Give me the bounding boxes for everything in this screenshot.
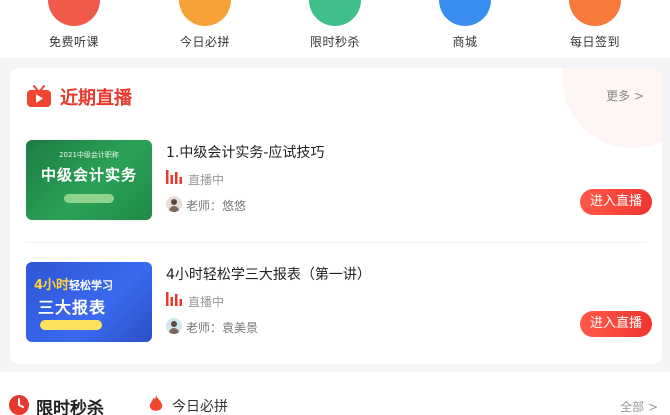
course-thumbnail[interactable]: 2021中级会计职称 中级会计实务 (26, 140, 152, 220)
shop-icon (439, 0, 491, 26)
flash-sale-section: 限时秒杀 今日必拼 全部 > (0, 372, 670, 415)
calendar-icon (569, 0, 621, 26)
thumb-caption-rest: 轻松学习 (69, 279, 114, 292)
avatar-body (169, 206, 179, 212)
course-thumbnail[interactable]: 4小时轻松学习 三大报表 (26, 262, 152, 342)
live-status-text: 直播中 (188, 173, 225, 187)
thumb-pill (40, 320, 102, 330)
thumb-title: 中级会计实务 (40, 166, 137, 184)
enter-live-button[interactable]: 进入直播 (580, 311, 652, 337)
hot-flame-icon (149, 395, 163, 411)
decor-circle (562, 68, 662, 148)
nav-label: 商城 (452, 35, 478, 49)
teacher-avatar (166, 196, 182, 212)
nav-label: 免费听课 (48, 35, 99, 49)
avatar-head (171, 321, 177, 327)
avatar-head (171, 199, 177, 205)
view-all-link[interactable]: 全部 > (620, 398, 658, 415)
live-bars-icon (166, 170, 182, 184)
course-title[interactable]: 1.中级会计实务-应试技巧 (166, 142, 324, 162)
nav-label: 每日签到 (569, 35, 620, 49)
nav-label: 今日必拼 (179, 35, 230, 49)
quick-nav: 免费听课 今日必拼 限时秒杀 商城 每日签到 (0, 0, 670, 58)
group-buy-icon (179, 0, 231, 26)
divider (26, 242, 646, 243)
teacher-name: 老师：悠悠 (186, 199, 247, 213)
play-icon (48, 0, 100, 26)
enter-live-button[interactable]: 进入直播 (580, 189, 652, 215)
live-section: 近期直播 更多 > 2021中级会计职称 中级会计实务 1.中级会计实务-应试技… (10, 68, 662, 364)
thumb-caption: 4小时轻松学习 (34, 274, 113, 293)
thumb-title: 三大报表 (38, 298, 107, 317)
teacher-avatar (166, 318, 182, 334)
course-title[interactable]: 4小时轻松学三大报表（第一讲） (166, 264, 371, 284)
live-course-item[interactable]: 4小时轻松学习 三大报表 4小时轻松学三大报表（第一讲） 直播中 老师：袁美景 … (26, 262, 652, 342)
nav-label: 限时秒杀 (309, 35, 360, 49)
live-bars-icon (166, 292, 182, 306)
live-more-link[interactable]: 更多 > (606, 87, 644, 104)
flash-sale-title: 限时秒杀 (36, 399, 104, 415)
avatar-body (169, 328, 179, 334)
thumb-caption-hours: 4小时 (34, 278, 70, 293)
live-section-title: 近期直播 (60, 88, 132, 109)
thumb-pill (64, 194, 114, 203)
tv-icon (27, 85, 51, 107)
tab-group-buy[interactable]: 今日必拼 (172, 396, 228, 415)
flash-sale-icon (309, 0, 361, 26)
thumb-caption: 2021中级会计职称 (59, 151, 119, 159)
live-course-item[interactable]: 2021中级会计职称 中级会计实务 1.中级会计实务-应试技巧 直播中 老师：悠… (26, 140, 652, 220)
live-status-text: 直播中 (188, 295, 225, 309)
teacher-name: 老师：袁美景 (186, 321, 259, 335)
clock-icon (9, 395, 29, 415)
